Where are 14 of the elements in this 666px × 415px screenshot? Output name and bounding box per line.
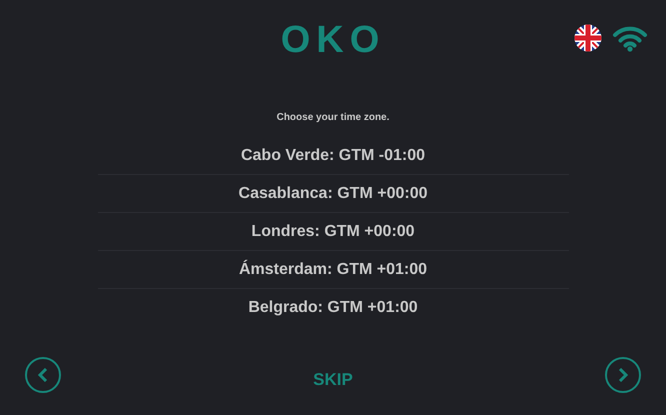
chevron-left-icon — [37, 368, 49, 382]
time-zone-option[interactable]: Cabo Verde: GTM -01:00 — [240, 144, 426, 168]
back-button[interactable] — [25, 357, 61, 393]
skip-button[interactable]: SKIP — [313, 367, 353, 393]
next-button[interactable] — [605, 357, 641, 393]
uk-flag-icon[interactable] — [574, 24, 602, 52]
time-zone-option[interactable]: Londres: GTM +00:00 — [251, 220, 415, 244]
wifi-icon[interactable] — [612, 24, 648, 52]
time-zone-option[interactable]: Ámsterdam: GTM +01:00 — [238, 258, 428, 282]
chevron-right-icon — [617, 368, 629, 382]
time-zone-option[interactable]: Belgrado: GTM +01:00 — [248, 296, 418, 320]
logo: OKO — [280, 20, 386, 60]
prompt-text: Choose your time zone. — [276, 111, 390, 125]
time-zone-option[interactable]: Casablanca: GTM +00:00 — [238, 182, 428, 206]
